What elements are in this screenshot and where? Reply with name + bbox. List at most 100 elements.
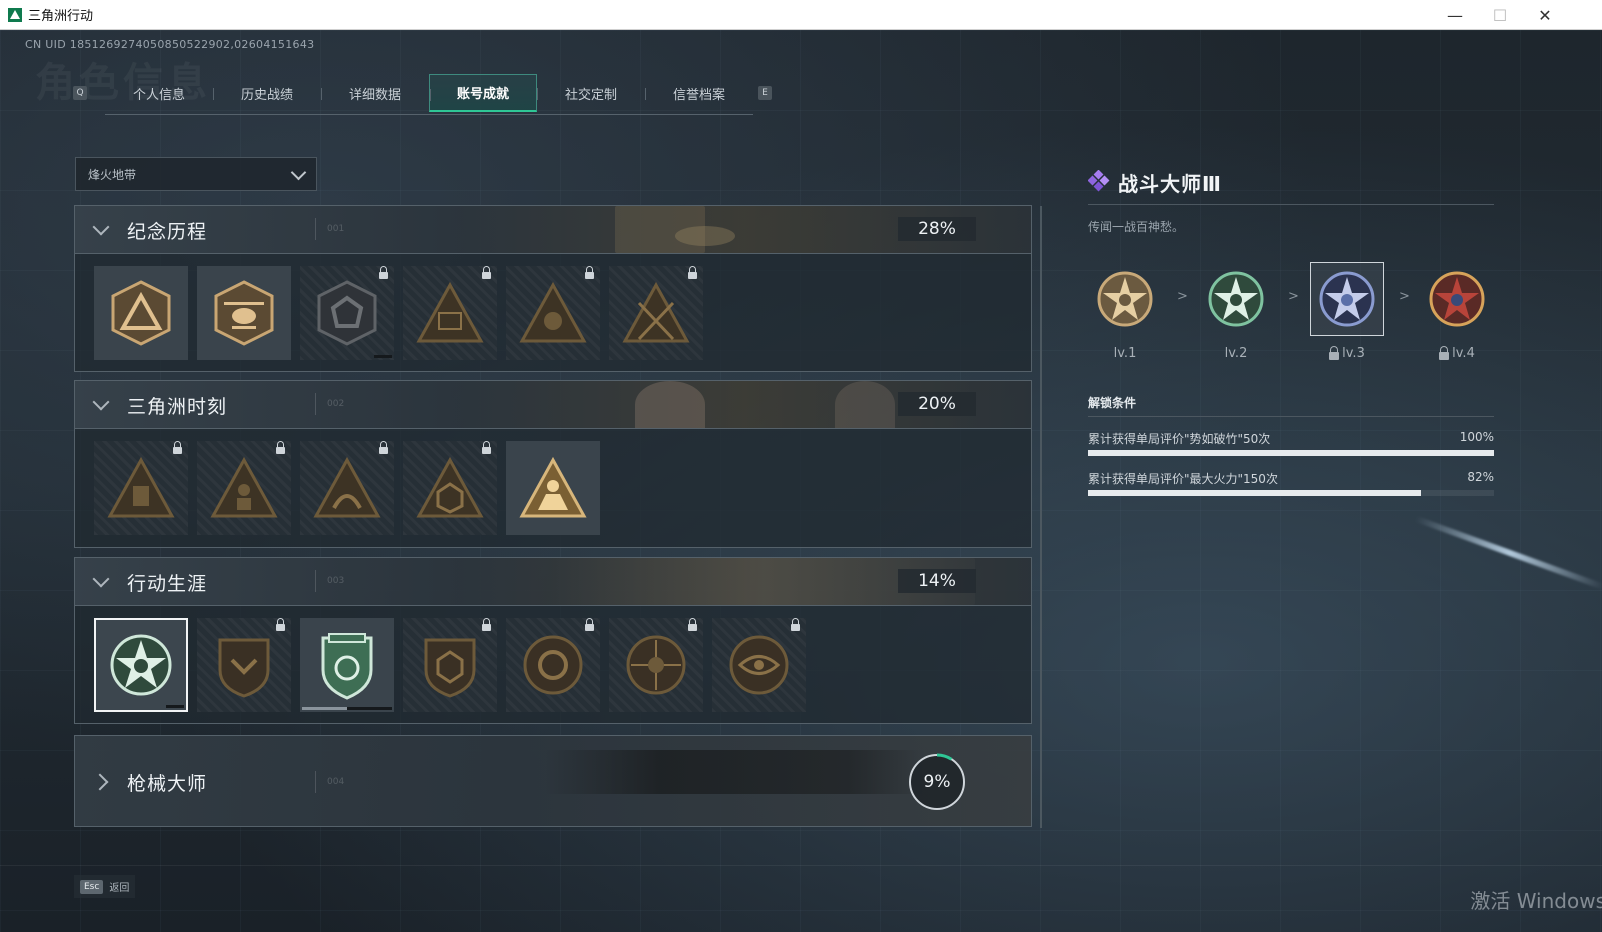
esc-key: Esc [80,879,104,894]
level-2[interactable]: lv.2 [1199,262,1273,361]
section-title: 纪念历程 [127,221,208,243]
mode-dropdown-value: 烽火地带 [88,167,137,182]
badge-green-shield[interactable] [300,618,394,712]
divider [1088,204,1494,205]
badge-shield-emblem[interactable] [300,266,394,360]
chevron-down-icon [92,218,110,236]
lock-icon [482,618,491,631]
badge-cube-triangle[interactable] [403,441,497,535]
badge-sb-triangle[interactable] [403,266,497,360]
crossed-blades-badge-icon [622,281,690,343]
level-4[interactable]: lv.4 [1420,262,1494,361]
section-code: 001 [327,224,345,234]
condition-progress-fill [1088,450,1494,456]
tab-prev-key[interactable]: Q [73,86,87,100]
lock-icon [1329,345,1340,360]
chevron-shield-badge-icon [218,638,270,698]
lock-icon [173,441,182,454]
crosshair-skull-badge-icon [626,635,686,695]
achievement-section-moments: 三角洲时刻 002 20% [74,380,1032,548]
badge-green-star[interactable] [94,618,188,712]
condition-1: 累计获得单局评价"势如破竹"50次 100% [1088,430,1494,456]
level-label: lv.1 [1113,346,1137,361]
badge-progress [374,355,392,358]
level-3-medal [1310,262,1384,336]
back-button[interactable]: Esc 返回 [74,875,136,898]
player-uid: CN UID 1851269274050850522902,0260415164… [25,38,315,51]
tan-star-medal-icon [1097,271,1153,327]
badge-crossed-blades[interactable] [609,266,703,360]
section-title: 行动生涯 [127,573,208,595]
progress-ring: 9% [907,752,967,812]
chevron-down-icon [92,570,110,588]
badge-robot-triangle[interactable] [94,441,188,535]
achievement-section-weapon-master: 枪械大师 004 9% [74,735,1032,827]
helicopter-badge-icon [214,280,274,346]
badge-runner-triangle[interactable] [300,441,394,535]
close-button[interactable]: ✕ [1522,0,1568,30]
section-percent: 20% [898,392,976,416]
condition-2: 累计获得单局评价"最大火力"150次 82% [1088,470,1494,496]
tab-reputation[interactable]: 信誉档案 [645,74,753,112]
badge-progress [166,705,184,708]
maximize-button[interactable]: ☐ [1477,0,1523,30]
tab-achievements[interactable]: 账号成就 [429,74,537,112]
badge-eye[interactable] [712,618,806,712]
detail-title: 战斗大师Ⅲ [1118,172,1222,196]
badge-progress [302,707,392,710]
tab-social[interactable]: 社交定制 [537,74,645,112]
mode-dropdown[interactable]: 烽火地带 [75,157,317,191]
badge-crosshair-skull[interactable] [609,618,703,712]
window-title: 三角洲行动 [28,9,94,24]
weapon-art [545,750,925,794]
lock-icon [688,266,697,279]
header-art [835,381,895,428]
divider [315,218,316,240]
tab-match-history[interactable]: 历史战绩 [213,74,321,112]
badge-chevron-shield[interactable] [197,618,291,712]
scrollbar[interactable] [1040,206,1042,828]
window-titlebar: 三角洲行动 — ☐ ✕ [0,0,1602,30]
section-percent: 28% [898,217,976,241]
back-label: 返回 [109,883,130,894]
condition-progress-bar [1088,450,1494,456]
section-header[interactable]: 枪械大师 004 9% [75,736,1031,826]
chevron-down-icon [92,393,110,411]
badge-soldier-triangle[interactable] [197,441,291,535]
lock-icon [379,266,388,279]
badge-delta-logo[interactable] [94,266,188,360]
detail-description: 传闻一战百神愁。 [1088,220,1185,234]
tab-next-key[interactable]: E [758,86,772,100]
badge-grid [75,606,1031,712]
section-header[interactable]: 三角洲时刻 002 20% [75,381,1031,429]
level-arrow: > [1399,289,1410,304]
badge-hexagon[interactable] [403,618,497,712]
level-label: lv.4 [1452,346,1475,361]
badge-helicopter[interactable] [197,266,291,360]
lock-icon [276,618,285,631]
section-header[interactable]: 纪念历程 001 28% [75,206,1031,254]
hexagon-badge-icon [424,638,476,698]
badge-skull-triangle[interactable] [506,266,600,360]
section-percent: 9% [923,772,951,792]
lock-icon [482,441,491,454]
badge-squad-triangle[interactable] [506,441,600,535]
condition-percent: 82% [1467,470,1494,484]
main-tabs: 个人信息 历史战绩 详细数据 账号成就 社交定制 信誉档案 [105,74,753,115]
section-header[interactable]: 行动生涯 003 14% [75,558,1031,606]
lock-icon [379,441,388,454]
tab-detailed-stats[interactable]: 详细数据 [321,74,429,112]
divider [315,570,316,592]
diamond-cluster-icon [1088,170,1110,192]
section-title: 枪械大师 [127,773,208,795]
unlock-conditions-title: 解锁条件 [1088,396,1137,410]
level-1[interactable]: lv.1 [1088,262,1162,361]
lock-icon [585,266,594,279]
level-label: lv.3 [1342,346,1365,361]
tab-personal-info[interactable]: 个人信息 [105,74,213,112]
level-3[interactable]: lv.3 [1310,262,1384,361]
level-2-medal [1199,262,1273,336]
soldier-triangle-badge-icon [210,456,278,518]
minimize-button[interactable]: — [1432,0,1478,30]
badge-ring[interactable] [506,618,600,712]
